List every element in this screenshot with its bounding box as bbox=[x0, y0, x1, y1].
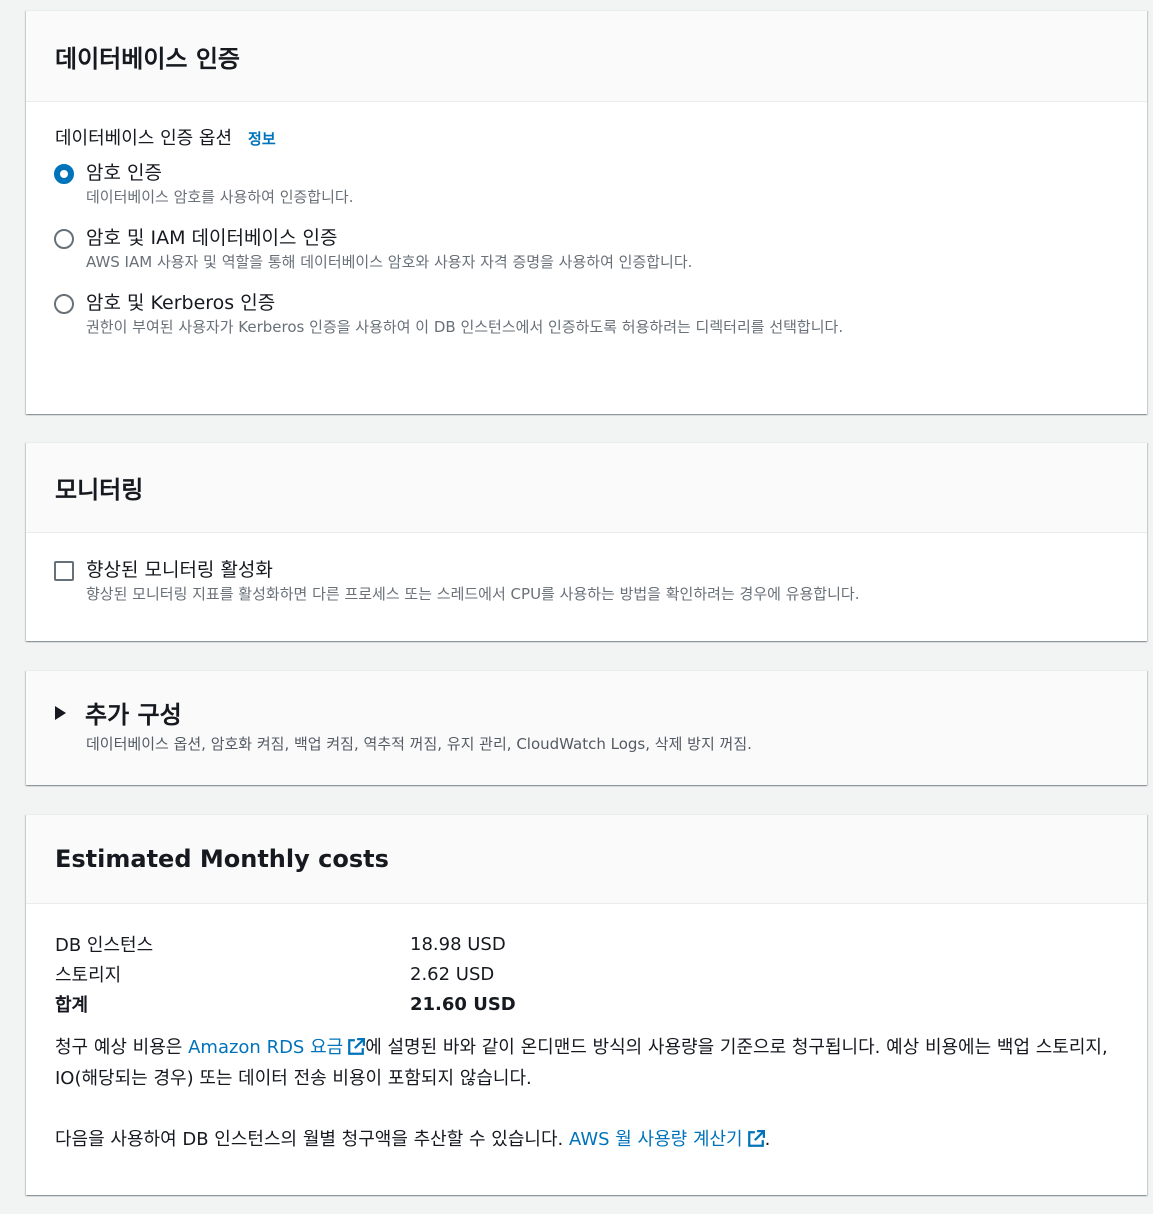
radio-description: 권한이 부여된 사용자가 Kerberos 인증을 사용하여 이 DB 인스턴스… bbox=[86, 318, 844, 336]
additional-configuration-expander[interactable]: 추가 구성 bbox=[55, 695, 182, 730]
radio-option-password-kerberos[interactable]: 암호 및 Kerberos 인증 권한이 부여된 사용자가 Kerberos 인… bbox=[54, 290, 856, 338]
calculator-note-text: . bbox=[764, 1129, 771, 1150]
monitoring-panel: 모니터링 향상된 모니터링 활성화 향상된 모니터링 지표를 활성화하면 다른 … bbox=[26, 442, 1147, 641]
rds-pricing-link[interactable]: Amazon RDS 요금 bbox=[188, 1037, 366, 1058]
calculator-note: 다음을 사용하여 DB 인스턴스의 월별 청구액을 추산할 수 있습니다. AW… bbox=[55, 1124, 1125, 1155]
cost-label: DB 인스턴스 bbox=[55, 935, 154, 956]
cost-row-total: 합계 21.60 USD bbox=[55, 989, 655, 1019]
expander-description: 데이터베이스 옵션, 암호화 켜짐, 백업 켜짐, 역추적 꺼짐, 유지 관리,… bbox=[86, 735, 752, 753]
external-link-icon bbox=[747, 1130, 765, 1147]
additional-configuration-panel: 추가 구성 데이터베이스 옵션, 암호화 켜짐, 백업 켜짐, 역추적 꺼짐, … bbox=[26, 670, 1147, 785]
field-label-text: 데이터베이스 인증 옵션 bbox=[55, 128, 233, 149]
panel-header: 데이터베이스 인증 bbox=[26, 11, 1147, 102]
database-authentication-panel: 데이터베이스 인증 데이터베이스 인증 옵션 정보 암호 인증 데이터베이스 암… bbox=[26, 10, 1147, 414]
cost-row-db-instance: DB 인스턴스 18.98 USD bbox=[55, 929, 655, 959]
cost-value: 18.98 USD bbox=[410, 933, 506, 955]
radio-button-selected[interactable] bbox=[54, 164, 74, 184]
radio-button[interactable] bbox=[54, 229, 74, 249]
panel-title: 모니터링 bbox=[55, 476, 144, 504]
enhanced-monitoring-checkbox[interactable] bbox=[54, 561, 74, 581]
info-link[interactable]: 정보 bbox=[248, 128, 276, 149]
panel-header: Estimated Monthly costs bbox=[26, 815, 1147, 904]
link-text: AWS 월 사용량 계산기 bbox=[568, 1129, 743, 1150]
radio-description: AWS IAM 사용자 및 역할을 통해 데이터베이스 암호와 사용자 자격 증… bbox=[86, 253, 693, 271]
cost-label: 스토리지 bbox=[55, 965, 122, 986]
radio-description: 데이터베이스 암호를 사용하여 인증합니다. bbox=[86, 188, 354, 206]
radio-option-password-iam[interactable]: 암호 및 IAM 데이터베이스 인증 AWS IAM 사용자 및 역할을 통해 … bbox=[54, 225, 856, 273]
panel-header: 모니터링 bbox=[26, 443, 1147, 533]
enhanced-monitoring-option[interactable]: 향상된 모니터링 활성화 향상된 모니터링 지표를 활성화하면 다른 프로세스 … bbox=[54, 557, 1086, 605]
radio-label: 암호 및 Kerberos 인증 bbox=[86, 292, 276, 314]
link-text: Amazon RDS 요금 bbox=[188, 1037, 344, 1058]
radio-option-password[interactable]: 암호 인증 데이터베이스 암호를 사용하여 인증합니다. bbox=[54, 160, 856, 208]
aws-calculator-link[interactable]: AWS 월 사용량 계산기 bbox=[569, 1129, 765, 1150]
checkbox-description: 향상된 모니터링 지표를 활성화하면 다른 프로세스 또는 스레드에서 CPU를… bbox=[86, 585, 860, 603]
cost-value: 2.62 USD bbox=[410, 963, 495, 985]
auth-options-label: 데이터베이스 인증 옵션 정보 bbox=[55, 124, 276, 150]
panel-title: 데이터베이스 인증 bbox=[55, 44, 240, 73]
expander-title: 추가 구성 bbox=[85, 701, 182, 729]
caret-right-icon bbox=[55, 705, 66, 720]
radio-button[interactable] bbox=[54, 294, 74, 314]
calculator-note-text: 다음을 사용하여 DB 인스턴스의 월별 청구액을 추산할 수 있습니다. bbox=[55, 1129, 569, 1150]
cost-row-storage: 스토리지 2.62 USD bbox=[55, 959, 655, 989]
external-link-icon bbox=[348, 1038, 366, 1055]
cost-table: DB 인스턴스 18.98 USD 스토리지 2.62 USD 합계 21.60… bbox=[55, 929, 655, 1019]
cost-label: 합계 bbox=[55, 995, 89, 1016]
radio-label: 암호 및 IAM 데이터베이스 인증 bbox=[86, 227, 338, 249]
estimated-costs-panel: Estimated Monthly costs DB 인스턴스 18.98 US… bbox=[26, 814, 1147, 1195]
cost-value: 21.60 USD bbox=[410, 993, 516, 1015]
pricing-note: 청구 예상 비용은 Amazon RDS 요금 에 설명된 바와 같이 온디맨드 … bbox=[55, 1032, 1125, 1094]
panel-title: Estimated Monthly costs bbox=[55, 845, 389, 873]
pricing-note-text: 청구 예상 비용은 bbox=[55, 1037, 189, 1058]
checkbox-label: 향상된 모니터링 활성화 bbox=[86, 559, 273, 581]
radio-label: 암호 인증 bbox=[86, 162, 162, 184]
